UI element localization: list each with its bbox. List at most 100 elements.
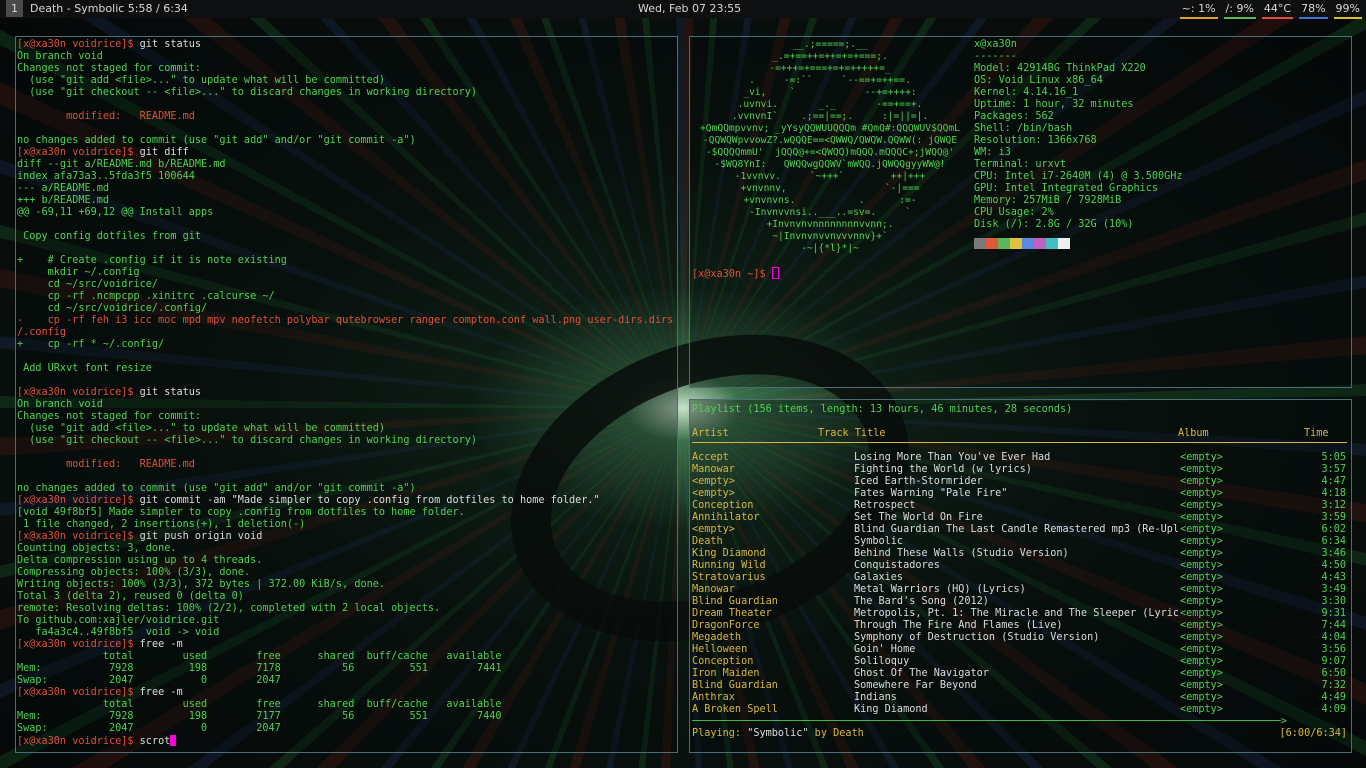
row-title: The Bard's Song (2012): [854, 596, 989, 607]
terminal-line: [void 49f8bf5] Made simpler to copy .con…: [17, 507, 675, 519]
terminal-line: (use "git add <file>..." to update what …: [17, 75, 675, 87]
row-album: <empty>: [1180, 560, 1223, 571]
terminal-line: mkdir ~/.config: [17, 267, 675, 279]
playlist-row[interactable]: Iron Maiden Ghost Of The Navigator <empty>…: [692, 668, 1347, 680]
system-stats: ~: 1% /: 9% 44°C 78% 99%: [1179, 0, 1362, 19]
cursor: [170, 735, 177, 746]
playlist-row[interactable]: Anthrax Indians <empty> 4:49: [692, 692, 1347, 704]
now-playing: Playing: "Symbolic" by Death: [692, 728, 864, 740]
playlist-row[interactable]: <empty> Fates Warning "Pale Fire" <empty> 4…: [692, 488, 1347, 500]
playlist-row[interactable]: Accept Losing More Than You've Ever Had <e…: [692, 452, 1347, 464]
playlist-row[interactable]: <empty> Iced Earth-Stormrider <empty> 4:47: [692, 476, 1347, 488]
playlist-row[interactable]: Annihilator Set The World On Fire <empty> 3…: [692, 512, 1347, 524]
info-key: Kernel: [974, 87, 1011, 98]
line-segment: 1 file changed, 2 insertions(+), 1 delet…: [17, 519, 306, 530]
line-segment: scrot: [139, 736, 171, 747]
info-line: Shell: /bin/bash: [974, 123, 1073, 134]
info-value: x@xa30n: [974, 39, 1017, 50]
info-line: Model: 42914BG ThinkPad X220: [974, 63, 1146, 74]
playlist-row[interactable]: Stratovarius Galaxies <empty> 4:43: [692, 572, 1347, 584]
row-time: 4:04: [1321, 632, 1346, 643]
playlist-row[interactable]: Megadeth Symphony of Destruction (Studio …: [692, 632, 1347, 644]
color-swatch: [1034, 238, 1046, 249]
header-title[interactable]: Track Title: [818, 428, 885, 440]
shell-prompt[interactable]: [x@xa30n ~]$: [692, 267, 779, 281]
header-album[interactable]: Album: [1178, 428, 1209, 440]
stat-0: ~: 1%: [1179, 0, 1218, 19]
terminal-git[interactable]: [x@xa30n voidrice]$ git status On branch …: [15, 36, 678, 753]
playlist-rows: Accept Losing More Than You've Ever Had <e…: [692, 452, 1347, 716]
info-line: Uptime: 1 hour, 32 minutes: [974, 99, 1134, 110]
line-segment: @@ -69,11 +69,12 @@ Install apps: [17, 207, 214, 218]
terminal-neofetch[interactable]: __.;=====;.__ _.=+==++=++=+=+===;. -=+++=+…: [689, 36, 1352, 388]
info-value: 2.8G / 32G (10%): [1035, 219, 1134, 230]
playlist-row[interactable]: A Broken Spell King Diamond <empty> 4:09: [692, 704, 1347, 716]
playlist-row[interactable]: <empty> Blind Guardian The Last Candle Re…: [692, 524, 1347, 536]
line-segment: Counting objects: 3, done.: [17, 543, 177, 554]
row-title: King Diamond: [854, 704, 928, 715]
row-album: <empty>: [1180, 500, 1223, 511]
ascii-line: .uvnvi. _._ -==+==+.: [737, 99, 923, 110]
row-album: <empty>: [1180, 668, 1223, 679]
terminal-line: 1 file changed, 2 insertions(+), 1 delet…: [17, 519, 675, 531]
line-segment: index afa73a3..5fda3f5 100644: [17, 171, 195, 182]
terminal-line: diff --git a/README.md b/README.md: [17, 159, 675, 171]
header-artist[interactable]: Artist: [692, 428, 729, 440]
playlist-row[interactable]: Dream Theater Metropolis, Pt. 1: The Mira…: [692, 608, 1347, 620]
terminal-line: /.config: [17, 327, 675, 339]
terminal-line: fa4a3c4..49f8bf5 void -> void: [17, 627, 675, 639]
line-segment: git push origin void: [139, 531, 263, 542]
header-time[interactable]: Time: [1304, 428, 1329, 440]
terminal-line: modified: README.md: [17, 459, 675, 471]
playlist-row[interactable]: Conception Retrospect <empty> 3:12: [692, 500, 1347, 512]
terminal-line: total used free shared buff/cache availa…: [17, 699, 675, 711]
line-segment: [x@xa30n voidrice]$: [17, 531, 140, 542]
info-value: 1 hour, 32 minutes: [1023, 99, 1134, 110]
terminal-line: To github.com:xajler/voidrice.git: [17, 615, 675, 627]
workspace-1-button[interactable]: 1: [6, 0, 23, 17]
progress-bar[interactable]: ────────────────────────────────────────…: [692, 716, 1292, 728]
line-segment: - cp -rf feh i3 icc moc mpd mpv neofetch…: [17, 315, 675, 326]
playlist-row[interactable]: DragonForce Through The Fire And Flames (…: [692, 620, 1347, 632]
ascii-line: .vvnvnI` .;==|==;. :|=||=|.: [731, 111, 929, 122]
row-artist: Dream Theater: [692, 608, 772, 619]
ascii-line: __.;=====;.__: [792, 39, 868, 50]
playlist-row[interactable]: Death Symbolic <empty> 6:34: [692, 536, 1347, 548]
playlist-row[interactable]: Manowar Fighting the World (w lyrics) <emp…: [692, 464, 1347, 476]
ascii-line: -$WQ8YnI: QWQQwgQQWV`mWQQ.jQWQQgyyWW@!: [714, 159, 946, 170]
terminal-line: modified: README.md: [17, 111, 675, 123]
row-title: Indians: [854, 692, 897, 703]
playlist-row[interactable]: Manowar Metal Warriors (HQ) (Lyrics) <empt…: [692, 584, 1347, 596]
info-line: Disk (/): 2.8G / 32G (10%): [974, 219, 1134, 230]
info-value: 4.14.16_1: [1023, 87, 1079, 98]
line-segment: (use "git add <file>..." to update what …: [17, 75, 386, 86]
line-segment: Add URxvt font resize: [17, 363, 152, 374]
info-line: Memory: 257MiB / 7928MiB: [974, 195, 1122, 206]
row-album: <empty>: [1180, 596, 1223, 607]
row-artist: DragonForce: [692, 620, 760, 631]
playlist-row[interactable]: King Diamond Behind These Walls (Studio V…: [692, 548, 1347, 560]
playlist-row[interactable]: Blind Guardian The Bard's Song (2012) <emp…: [692, 596, 1347, 608]
music-player[interactable]: Playlist (156 items, length: 13 hours, 4…: [689, 399, 1352, 753]
info-value: 42914BG ThinkPad X220: [1016, 63, 1146, 74]
terminal-line: cd ~/src/voidrice/.config/: [17, 303, 675, 315]
terminal-line: +++ b/README.md: [17, 195, 675, 207]
playlist-row[interactable]: Conception Soliloquy <empty> 9:07: [692, 656, 1347, 668]
ascii-line: +vnvnnv, `-|===: [740, 183, 920, 194]
info-key: Shell: [974, 123, 1005, 134]
playlist-row[interactable]: Blind Guardian Somewhere Far Beyond <empty…: [692, 680, 1347, 692]
terminal-line: On branch void: [17, 51, 675, 63]
terminal-line: remote: Resolving deltas: 100% (2/2), co…: [17, 603, 675, 615]
line-segment: Total 3 (delta 2), reused 0 (delta 0): [17, 591, 244, 602]
playlist-row[interactable]: Running Wild Conquistadores <empty> 4:50: [692, 560, 1347, 572]
line-segment: (use "git checkout -- <file>..." to disc…: [17, 87, 478, 98]
playing-prefix: Playing:: [692, 728, 748, 739]
info-value: 257MiB / 7928MiB: [1023, 195, 1122, 206]
row-artist: <empty>: [692, 524, 735, 535]
row-title: Ghost Of The Navigator: [854, 668, 989, 679]
row-album: <empty>: [1180, 620, 1223, 631]
playlist-row[interactable]: Helloween Goin' Home <empty> 3:56: [692, 644, 1347, 656]
row-album: <empty>: [1180, 548, 1223, 559]
row-time: 9:31: [1321, 608, 1346, 619]
